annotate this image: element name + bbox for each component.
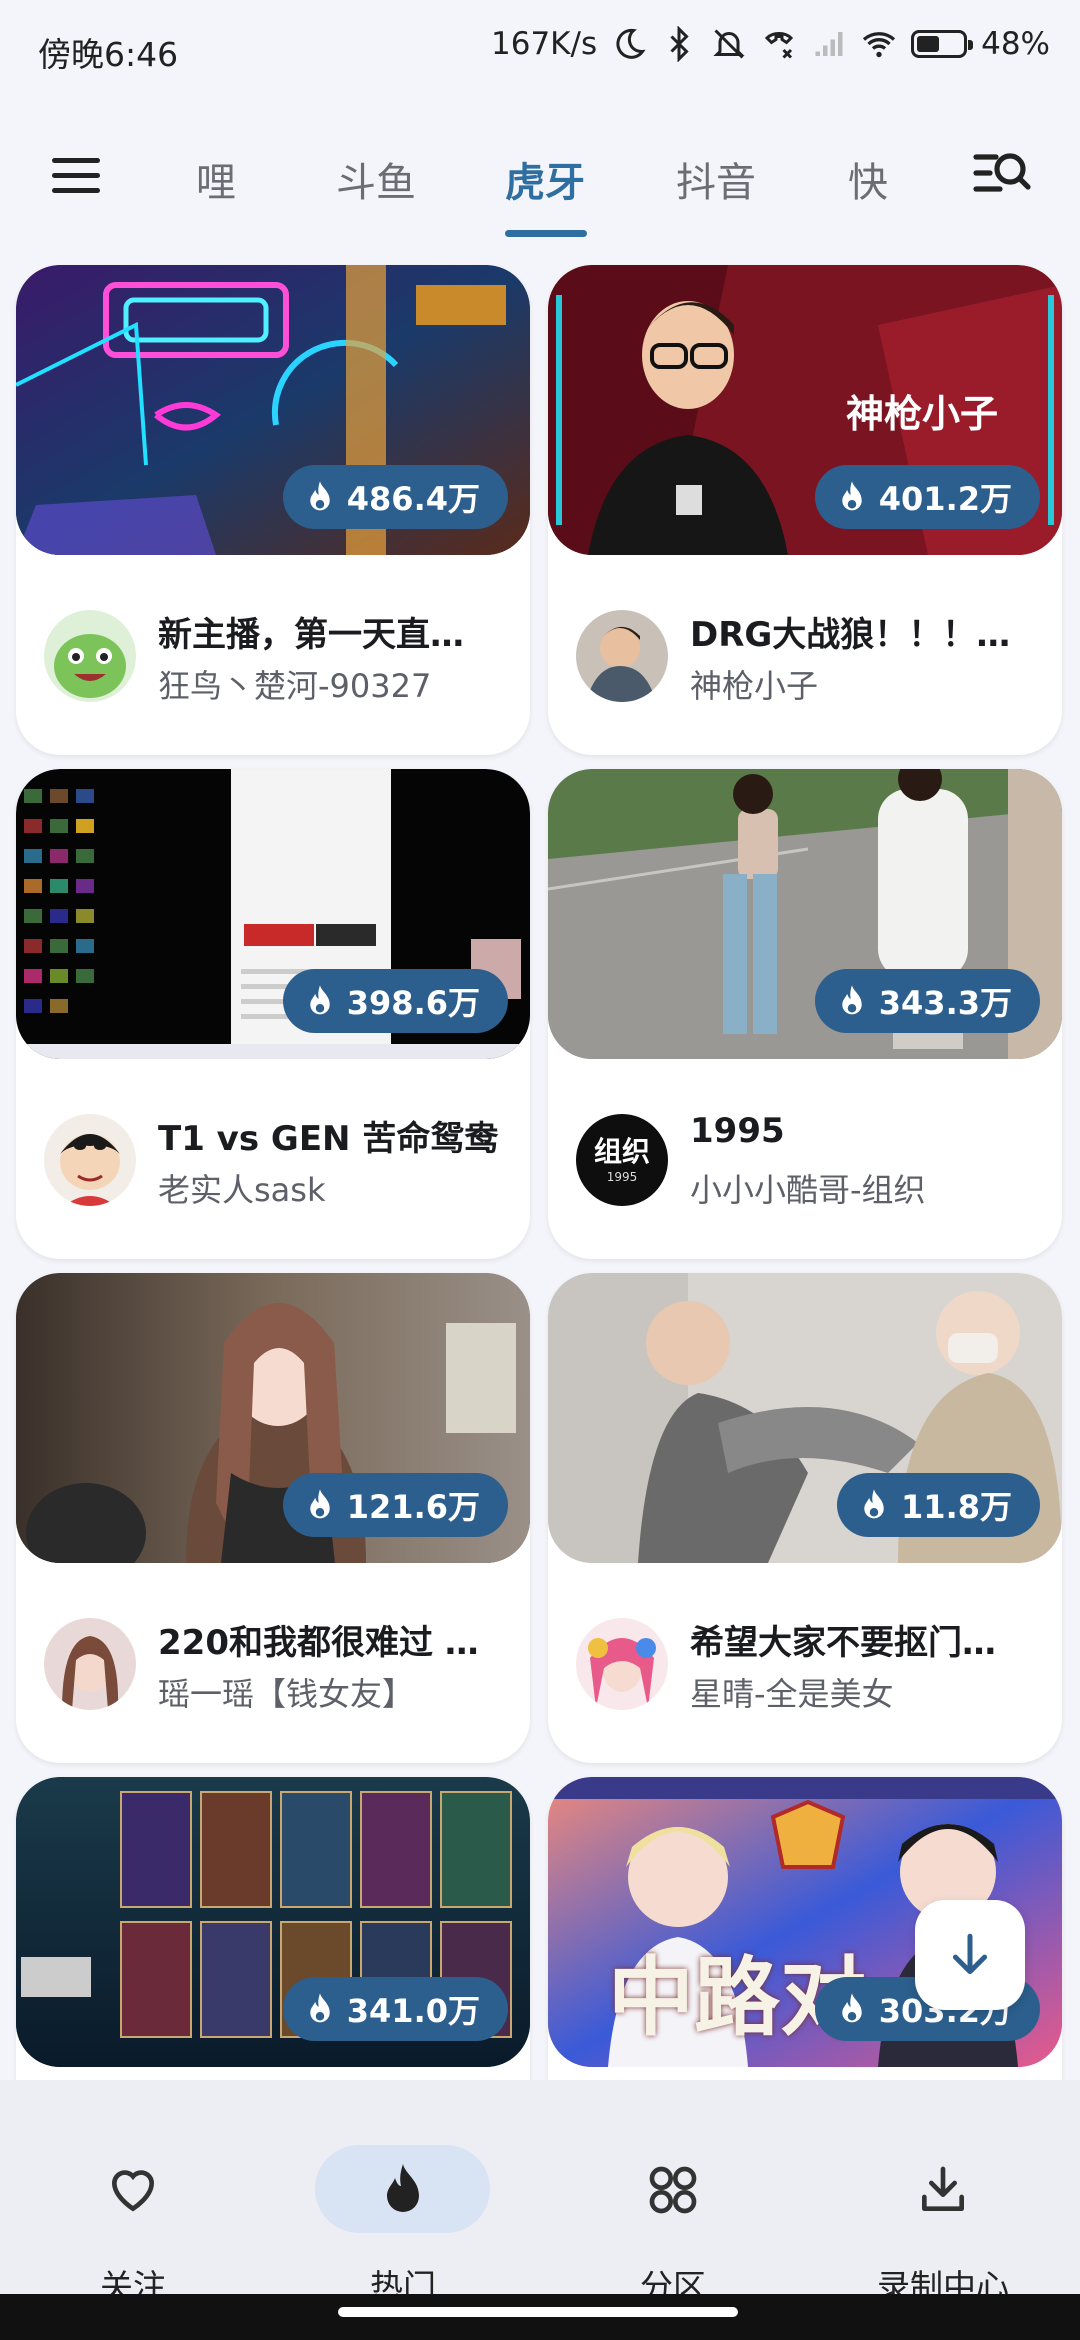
stream-card[interactable]: 486.4万 新主播，第一天直… 狂鸟丶楚河-90327 (16, 265, 530, 755)
flame-icon (310, 481, 330, 511)
heat-badge: 343.3万 (814, 969, 1040, 1033)
avatar-logo-subtext: 1995 (606, 1170, 638, 1184)
moon-icon (616, 28, 646, 59)
grid-circles-icon (649, 2166, 697, 2214)
signal-icon (815, 32, 843, 56)
home-indicator[interactable] (338, 2307, 738, 2317)
network-speed: 167K/s (491, 26, 598, 62)
tab-douyin[interactable]: 抖音 (676, 150, 756, 208)
stream-card[interactable]: 121.6万 220和我都很难过 … 瑶一瑶【钱女友】 (16, 1273, 530, 1763)
heat-badge: 486.4万 (282, 465, 508, 529)
flame-icon (864, 1489, 884, 1519)
stream-card[interactable]: 神枪小子 401.2万 DRG大战狼！！！… 神枪小子 (548, 265, 1062, 755)
streamer-avatar[interactable]: 组织 1995 (576, 1114, 668, 1206)
streamer-name: 神枪小子 (690, 667, 819, 705)
tab-bilibili[interactable]: 哩 (196, 150, 236, 208)
platform-tab-bar: 哩 斗鱼 虎牙 抖音 快 (0, 120, 1080, 240)
stream-title: 新主播，第一天直… (158, 615, 464, 655)
tab-kuaishou[interactable]: 快 (848, 150, 888, 208)
gesture-bar (0, 2294, 1080, 2340)
stream-card[interactable]: 11.8万 希望大家不要抠门… 星晴-全是美女 (548, 1273, 1062, 1763)
call-off-icon (764, 32, 794, 59)
nav-hot[interactable]: 热门 (305, 2110, 505, 2306)
status-icons: 167K/s 48% (491, 26, 1050, 62)
flame-icon (842, 481, 862, 511)
nav-follow[interactable]: 关注 (35, 2110, 235, 2306)
flame-icon (842, 985, 862, 1015)
bluetooth-icon (670, 26, 689, 62)
flame-icon (310, 1489, 330, 1519)
stream-card[interactable]: 398.6万 T1 vs GEN 苦命鸳鸯 老实人sask (16, 769, 530, 1259)
nav-category[interactable]: 分区 (575, 2110, 775, 2306)
mute-bell-icon (713, 29, 745, 59)
heat-badge: 398.6万 (282, 969, 508, 1033)
tab-huya[interactable]: 虎牙 (505, 150, 585, 208)
stream-title: 希望大家不要抠门… (690, 1623, 996, 1663)
streamer-avatar[interactable] (576, 1618, 668, 1710)
streamer-avatar[interactable] (576, 610, 668, 702)
heart-icon (111, 2170, 155, 2212)
streamer-name: 瑶一瑶【钱女友】 (158, 1675, 415, 1713)
thumbnail-overlay-text: 神枪小子 (846, 392, 999, 436)
bottom-navigation: 关注 热门 分区 录制中心 (0, 2080, 1080, 2306)
stream-title: T1 vs GEN 苦命鸳鸯 (158, 1119, 499, 1159)
nav-recording[interactable]: 录制中心 (845, 2110, 1045, 2306)
menu-icon[interactable] (48, 148, 104, 204)
streamer-name: 星晴-全是美女 (690, 1675, 894, 1713)
arrow-down-icon (952, 1933, 988, 1975)
streamer-name: 小小小酷哥-组织 (690, 1171, 926, 1209)
heat-badge: 121.6万 (282, 1473, 508, 1537)
platform-tabs: 哩 斗鱼 虎牙 抖音 快 (190, 140, 1010, 220)
flame-icon (310, 1993, 330, 2023)
download-tray-icon (922, 2166, 964, 2211)
streamer-avatar[interactable] (44, 1618, 136, 1710)
battery-percent: 48% (981, 26, 1050, 62)
flame-icon (387, 2164, 419, 2212)
streamer-avatar[interactable] (44, 1114, 136, 1206)
streamer-avatar[interactable] (44, 610, 136, 702)
stream-title: DRG大战狼！！！… (690, 615, 1011, 655)
flame-icon (310, 985, 330, 1015)
status-bar: 傍晚6:46 167K/s 48% (0, 0, 1080, 100)
streamer-name: 老实人sask (158, 1171, 326, 1209)
scroll-down-button[interactable] (915, 1900, 1025, 2010)
stream-title: 220和我都很难过 … (158, 1623, 479, 1663)
active-tab-indicator (505, 230, 587, 237)
battery-icon (911, 30, 974, 58)
heat-badge: 341.0万 (282, 1977, 508, 2041)
status-time: 傍晚6:46 (38, 35, 179, 74)
avatar-logo-text: 组织 (593, 1135, 650, 1168)
search-list-icon[interactable] (972, 145, 1032, 205)
wifi-icon (862, 32, 896, 58)
stream-card[interactable]: 343.3万 组织 1995 1995 小小小酷哥-组织 (548, 769, 1062, 1259)
streamer-name: 狂鸟丶楚河-90327 (158, 667, 432, 705)
heat-badge: 11.8万 (837, 1473, 1040, 1537)
stream-title: 1995 (690, 1111, 785, 1151)
tab-douyu[interactable]: 斗鱼 (336, 150, 416, 208)
flame-icon (842, 1993, 862, 2023)
heat-badge: 401.2万 (814, 465, 1040, 529)
